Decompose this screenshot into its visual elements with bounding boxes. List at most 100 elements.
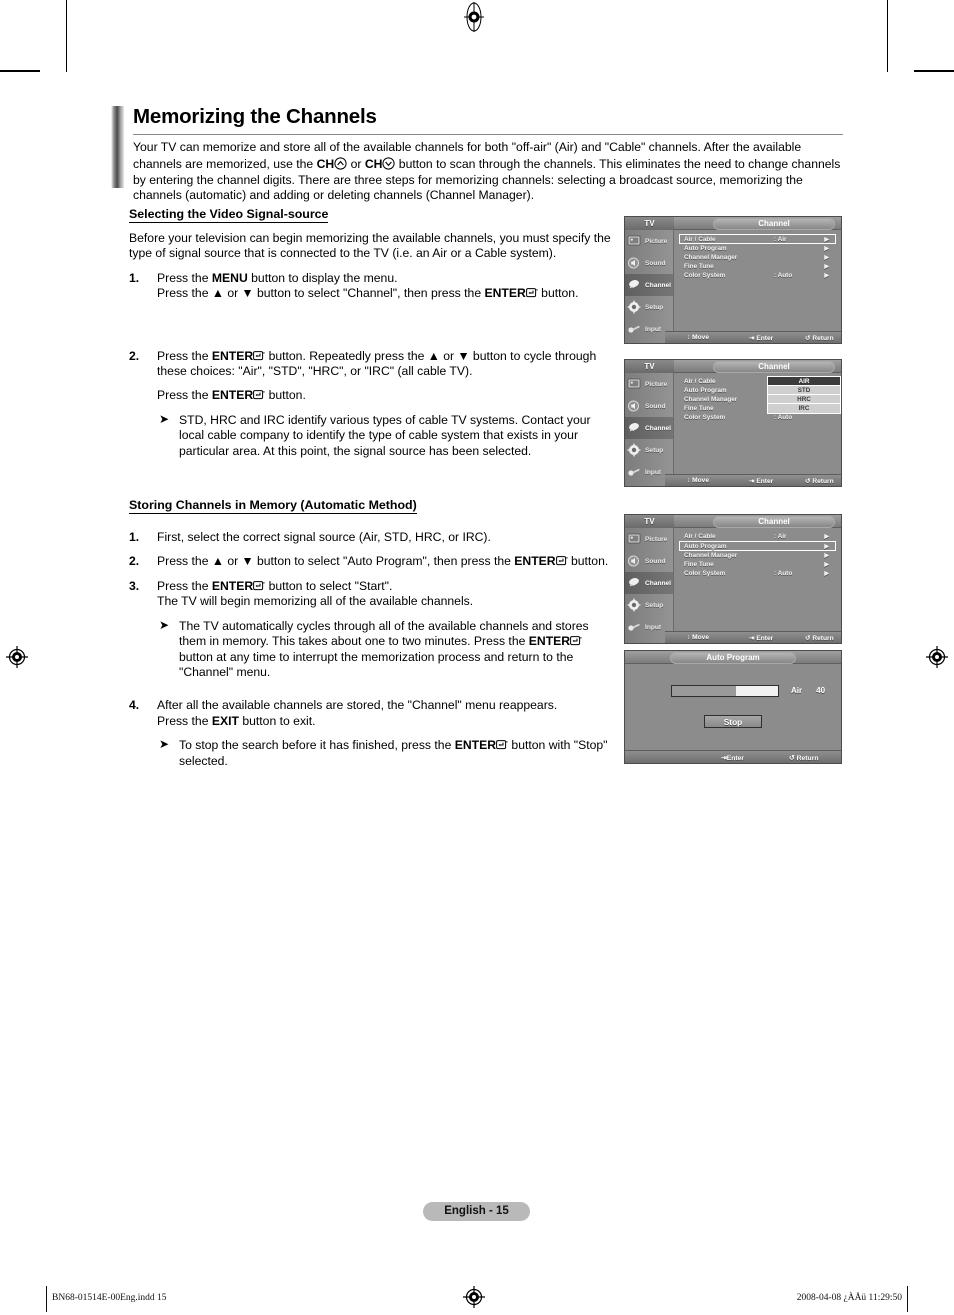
osd-sidebar-item-setup[interactable]: Setup — [625, 439, 673, 461]
osd-dropdown-option-air[interactable]: AIR — [768, 377, 840, 386]
intro-text-mid: or — [347, 157, 365, 172]
osd-sidebar-label: Picture — [645, 237, 668, 245]
section-heading-signal-source: Selecting the Video Signal-source — [129, 207, 329, 223]
content-column: Selecting the Video Signal-source Before… — [129, 205, 616, 778]
step-text-line1: After all the available channels are sto… — [157, 698, 558, 713]
osd-sidebar-label: Picture — [645, 380, 668, 388]
enter-key-label: ENTER — [211, 578, 254, 593]
osd-sidebar-item-picture[interactable]: Picture — [625, 230, 673, 252]
osd-sidebar-label: Sound — [645, 259, 666, 267]
osd-sidebar-item-setup[interactable]: Setup — [625, 594, 673, 616]
osd-row-label: Channel Manager — [684, 396, 738, 403]
osd-hint-return: ↺ Return — [789, 755, 819, 762]
note-stop-search: ➤ To stop the search before it has finis… — [157, 737, 616, 769]
sound-icon — [627, 399, 642, 413]
osd-row-label: Air / Cable — [684, 378, 716, 385]
osd-row-fine-tune[interactable]: Fine Tune ▶ — [680, 262, 835, 271]
osd-row-color-system[interactable]: Color System : Auto — [680, 413, 835, 422]
osd-sidebar-item-channel[interactable]: Channel — [625, 274, 673, 296]
setup-icon — [627, 598, 642, 612]
step-text-a: Press the — [157, 578, 212, 593]
step-text-c: button to exit. — [238, 713, 316, 728]
osd-hint-bar: ↕ Move ⇥ Enter ↺ Return — [665, 631, 841, 643]
osd-sidebar: Picture Sound Channel Setup Input — [625, 373, 674, 486]
osd-dropdown-air-cable[interactable]: AIR STD HRC IRC — [767, 376, 841, 414]
osd-row-auto-program[interactable]: Auto Program ▶ — [680, 244, 835, 253]
auto-program-progress-fill — [672, 686, 736, 696]
crop-mark-right-horizontal — [914, 70, 954, 72]
osd-row-fine-tune[interactable]: Fine Tune ▶ — [680, 560, 835, 569]
channel-icon — [627, 421, 642, 435]
step-1-2: 2. Press the ENTER button. Repeatedly pr… — [129, 349, 616, 459]
step2-text-e: button. — [265, 388, 306, 403]
osd-menu-title: Channel — [713, 217, 835, 230]
osd-sidebar-label: Sound — [645, 402, 666, 410]
osd-content: Air / Cable : Auto Program Channel Manag… — [674, 373, 841, 486]
note-auto-cycle: ➤ The TV automatically cycles through al… — [157, 617, 616, 681]
step-text: First, select the correct signal source … — [157, 530, 491, 545]
osd-row-color-system[interactable]: Color System : Auto ▶ — [680, 569, 835, 578]
osd-sidebar-label: Setup — [645, 601, 664, 609]
osd-sidebar-label: Input — [645, 468, 662, 476]
osd-menu-title: Channel — [713, 360, 835, 373]
note-bullet-icon: ➤ — [159, 737, 170, 752]
enter-icon — [253, 580, 265, 595]
note-cable-systems: ➤ STD, HRC and IRC identify various type… — [157, 412, 616, 459]
step-text-c: button to select "Start". — [265, 578, 393, 593]
sound-icon — [627, 256, 642, 270]
manual-page: Memorizing the Channels Your TV can memo… — [0, 0, 954, 1315]
note-bullet-icon: ➤ — [159, 617, 170, 632]
osd-row-label: Channel Manager — [684, 254, 738, 261]
osd-sidebar-item-picture[interactable]: Picture — [625, 528, 673, 550]
osd-row-color-system[interactable]: Color System : Auto ▶ — [680, 271, 835, 280]
channel-icon — [627, 278, 642, 292]
osd-row-value: : Auto — [774, 570, 793, 577]
osd-tv-label: TV — [625, 217, 674, 230]
enter-key-label: ENTER — [211, 348, 254, 363]
auto-program-stop-button[interactable]: Stop — [704, 715, 762, 728]
header-accent-bar — [111, 106, 124, 188]
step2-text-a: Press the — [157, 348, 212, 363]
crop-mark-top-left-vertical — [66, 0, 67, 72]
osd-sidebar-item-channel[interactable]: Channel — [625, 417, 673, 439]
osd-sidebar-item-setup[interactable]: Setup — [625, 296, 673, 318]
osd-sidebar-item-picture[interactable]: Picture — [625, 373, 673, 395]
osd-row-air-cable[interactable]: Air / Cable : Air ▶ — [679, 234, 836, 244]
note-text: STD, HRC and IRC identify various types … — [179, 412, 591, 458]
osd-row-label: Auto Program — [684, 543, 727, 550]
osd-row-label: Channel Manager — [684, 552, 738, 559]
osd-row-air-cable[interactable]: Air / Cable : Air ▶ — [680, 532, 835, 541]
osd-row-channel-manager[interactable]: Channel Manager ▶ — [680, 551, 835, 560]
osd-sidebar-item-sound[interactable]: Sound — [625, 395, 673, 417]
osd-dropdown-option-irc[interactable]: IRC — [768, 404, 840, 413]
registration-mark-left — [6, 646, 28, 668]
step-text-a: Press the — [157, 270, 212, 285]
page-header: Memorizing the Channels Your TV can memo… — [111, 104, 843, 203]
osd-screenshot-channel-menu: TV Channel Picture Sound Channel Setup I… — [624, 216, 842, 344]
osd-row-value: : Air — [774, 236, 787, 243]
osd-row-channel-manager[interactable]: Channel Manager ▶ — [680, 253, 835, 262]
osd-row-label: Air / Cable — [684, 533, 716, 540]
osd-menu-list: Air / Cable : Air ▶ Auto Program ▶ Chann… — [679, 234, 836, 280]
exit-key-label: EXIT — [211, 713, 239, 728]
osd-row-auto-program[interactable]: Auto Program ▶ — [679, 541, 836, 551]
osd-row-label: Auto Program — [684, 387, 727, 394]
picture-icon — [627, 532, 642, 546]
osd-row-label: Air / Cable — [684, 236, 716, 243]
section1-steps: 1. Press the MENU button to display the … — [129, 271, 616, 302]
osd-dropdown-option-std[interactable]: STD — [768, 386, 840, 395]
chevron-right-icon: ▶ — [824, 570, 829, 577]
osd-sidebar-item-sound[interactable]: Sound — [625, 550, 673, 572]
osd-dropdown-option-hrc[interactable]: HRC — [768, 395, 840, 404]
note-text-a: To stop the search before it has finishe… — [179, 738, 455, 753]
osd-sidebar-item-channel[interactable]: Channel — [625, 572, 673, 594]
chevron-right-icon: ▶ — [824, 272, 829, 279]
osd-hint-enter: ⇥ Enter — [749, 334, 774, 342]
ch-down-icon — [382, 157, 396, 174]
enter-icon — [253, 350, 265, 365]
osd-content: Air / Cable : Air ▶ Auto Program ▶ Chann… — [674, 230, 841, 343]
sound-icon — [627, 554, 642, 568]
enter-key-label: ENTER — [454, 738, 497, 753]
osd-sidebar-item-sound[interactable]: Sound — [625, 252, 673, 274]
enter-key-label: ENTER — [528, 634, 571, 649]
